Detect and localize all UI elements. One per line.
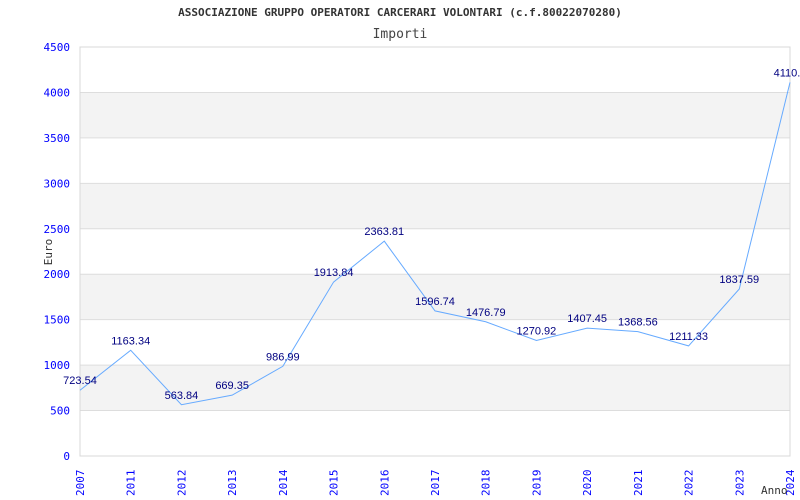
x-tick-label: 2016 [378,470,391,497]
y-tick-label: 3500 [44,132,71,145]
data-label: 1407.45 [567,313,607,325]
data-label: 1270.92 [517,325,557,337]
y-tick-label: 4000 [44,86,71,99]
x-tick-label: 2018 [480,470,493,497]
y-tick-label: 2000 [44,268,71,281]
x-tick-label: 2021 [632,470,645,497]
y-tick-label: 2500 [44,223,71,236]
chart-title: ASSOCIAZIONE GRUPPO OPERATORI CARCERARI … [178,6,622,19]
x-tick-label: 2023 [733,470,746,497]
data-label: 1368.56 [618,317,658,329]
data-label: 1837.59 [719,274,759,286]
data-label: 1476.79 [466,307,506,319]
x-axis-label: Anno [761,484,788,497]
y-tick-label: 4500 [44,41,71,54]
data-label: 2363.81 [364,226,404,238]
data-label: 4110.5 [774,67,800,79]
data-label: 986.99 [266,351,300,363]
data-label: 1163.34 [111,335,150,347]
y-tick-label: 1500 [44,314,71,327]
data-label: 669.35 [215,380,249,392]
x-tick-label: 2019 [530,470,543,497]
grid-band [80,92,790,138]
x-tick-label: 2007 [74,470,87,497]
y-tick-label: 500 [50,405,70,418]
x-tick-label: 2022 [683,470,696,497]
y-tick-label: 1000 [44,359,71,372]
data-label: 563.84 [165,390,199,402]
x-tick-label: 2014 [277,469,290,496]
x-tick-label: 2017 [429,470,442,497]
x-tick-label: 2011 [125,470,138,497]
data-label: 1211.33 [669,331,708,343]
y-axis-label: Euro [42,239,55,266]
chart-subtitle: Importi [373,27,428,42]
x-tick-label: 2013 [226,470,239,497]
y-tick-label: 3000 [44,177,71,190]
y-tick-label: 0 [63,450,70,463]
x-tick-label: 2012 [175,470,188,497]
data-label: 723.54 [63,375,97,387]
grid-band [80,183,790,229]
line-chart: ASSOCIAZIONE GRUPPO OPERATORI CARCERARI … [42,6,800,497]
data-label: 1913.84 [314,267,354,279]
x-tick-label: 2020 [581,470,594,497]
x-tick-label: 2015 [328,470,341,497]
data-label: 1596.74 [415,296,455,308]
